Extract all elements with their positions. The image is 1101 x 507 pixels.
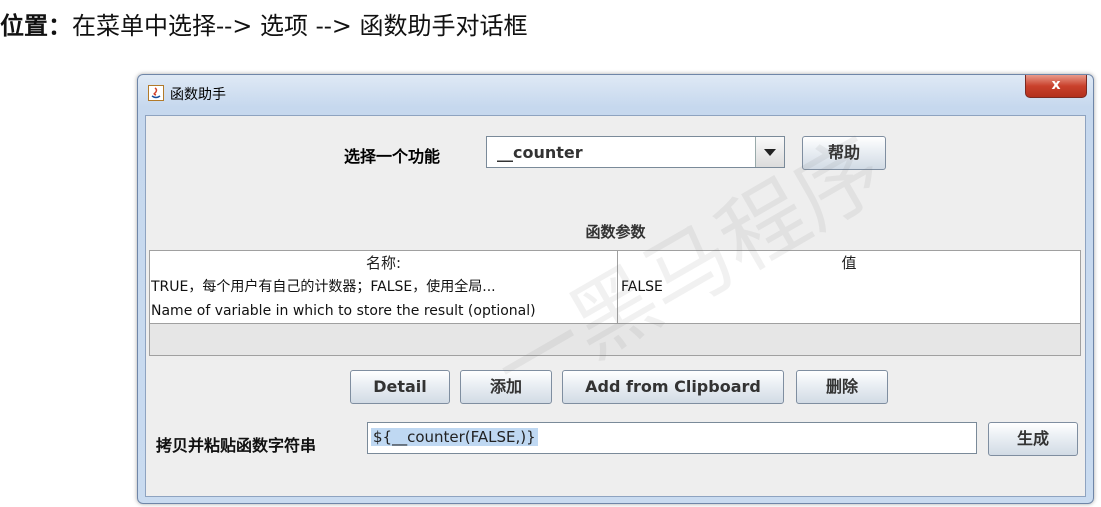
- generate-button[interactable]: 生成: [988, 422, 1078, 456]
- delete-button[interactable]: 删除: [796, 370, 888, 404]
- dialog-content: 选择一个功能 __counter 帮助 函数参数 名称: 值 TRUE，每个用户…: [145, 115, 1086, 497]
- table-row[interactable]: Name of variable in which to store the r…: [150, 299, 1080, 324]
- copy-string-label: 拷贝并粘贴函数字符串: [156, 436, 317, 455]
- close-icon: x: [1051, 77, 1061, 93]
- function-string-value: ${__counter(FALSE,)}: [371, 428, 538, 446]
- instruction-caption: 位置：在菜单中选择--> 选项 --> 函数助手对话框: [0, 6, 528, 41]
- function-string-field[interactable]: ${__counter(FALSE,)}: [367, 422, 977, 454]
- add-from-clipboard-button[interactable]: Add from Clipboard: [562, 370, 784, 404]
- chevron-down-icon[interactable]: [755, 137, 784, 167]
- function-helper-dialog: 函数助手 x 选择一个功能 __counter 帮助 函数参数 名称: 值 TR…: [137, 74, 1094, 504]
- column-divider: [617, 251, 618, 323]
- param-name-cell[interactable]: Name of variable in which to store the r…: [151, 299, 616, 323]
- java-app-icon: [148, 85, 164, 101]
- close-button[interactable]: x: [1025, 75, 1087, 98]
- help-button[interactable]: 帮助: [802, 136, 886, 170]
- params-table: 名称: 值 TRUE，每个用户有自己的计数器；FALSE，使用全局... FAL…: [149, 250, 1081, 356]
- param-name-cell[interactable]: TRUE，每个用户有自己的计数器；FALSE，使用全局...: [151, 275, 616, 299]
- caption-label: 位置：: [0, 11, 72, 40]
- params-title: 函数参数: [585, 223, 646, 241]
- table-row[interactable]: TRUE，每个用户有自己的计数器；FALSE，使用全局... FALSE: [150, 275, 1080, 300]
- params-table-header: 名称: 值: [150, 251, 1080, 276]
- detail-button[interactable]: Detail: [350, 370, 450, 404]
- param-value-cell[interactable]: [621, 299, 1076, 323]
- window-title: 函数助手: [170, 87, 226, 103]
- caption-text: 在菜单中选择--> 选项 --> 函数助手对话框: [72, 12, 528, 40]
- function-select-label: 选择一个功能: [344, 147, 441, 166]
- column-header-value[interactable]: 值: [618, 251, 1080, 275]
- column-header-name[interactable]: 名称:: [150, 251, 617, 275]
- function-select-dropdown[interactable]: __counter: [486, 136, 785, 168]
- function-select-value: __counter: [497, 143, 583, 162]
- add-button[interactable]: 添加: [460, 370, 552, 404]
- param-value-cell[interactable]: FALSE: [621, 275, 1076, 299]
- title-bar[interactable]: 函数助手 x: [138, 75, 1093, 113]
